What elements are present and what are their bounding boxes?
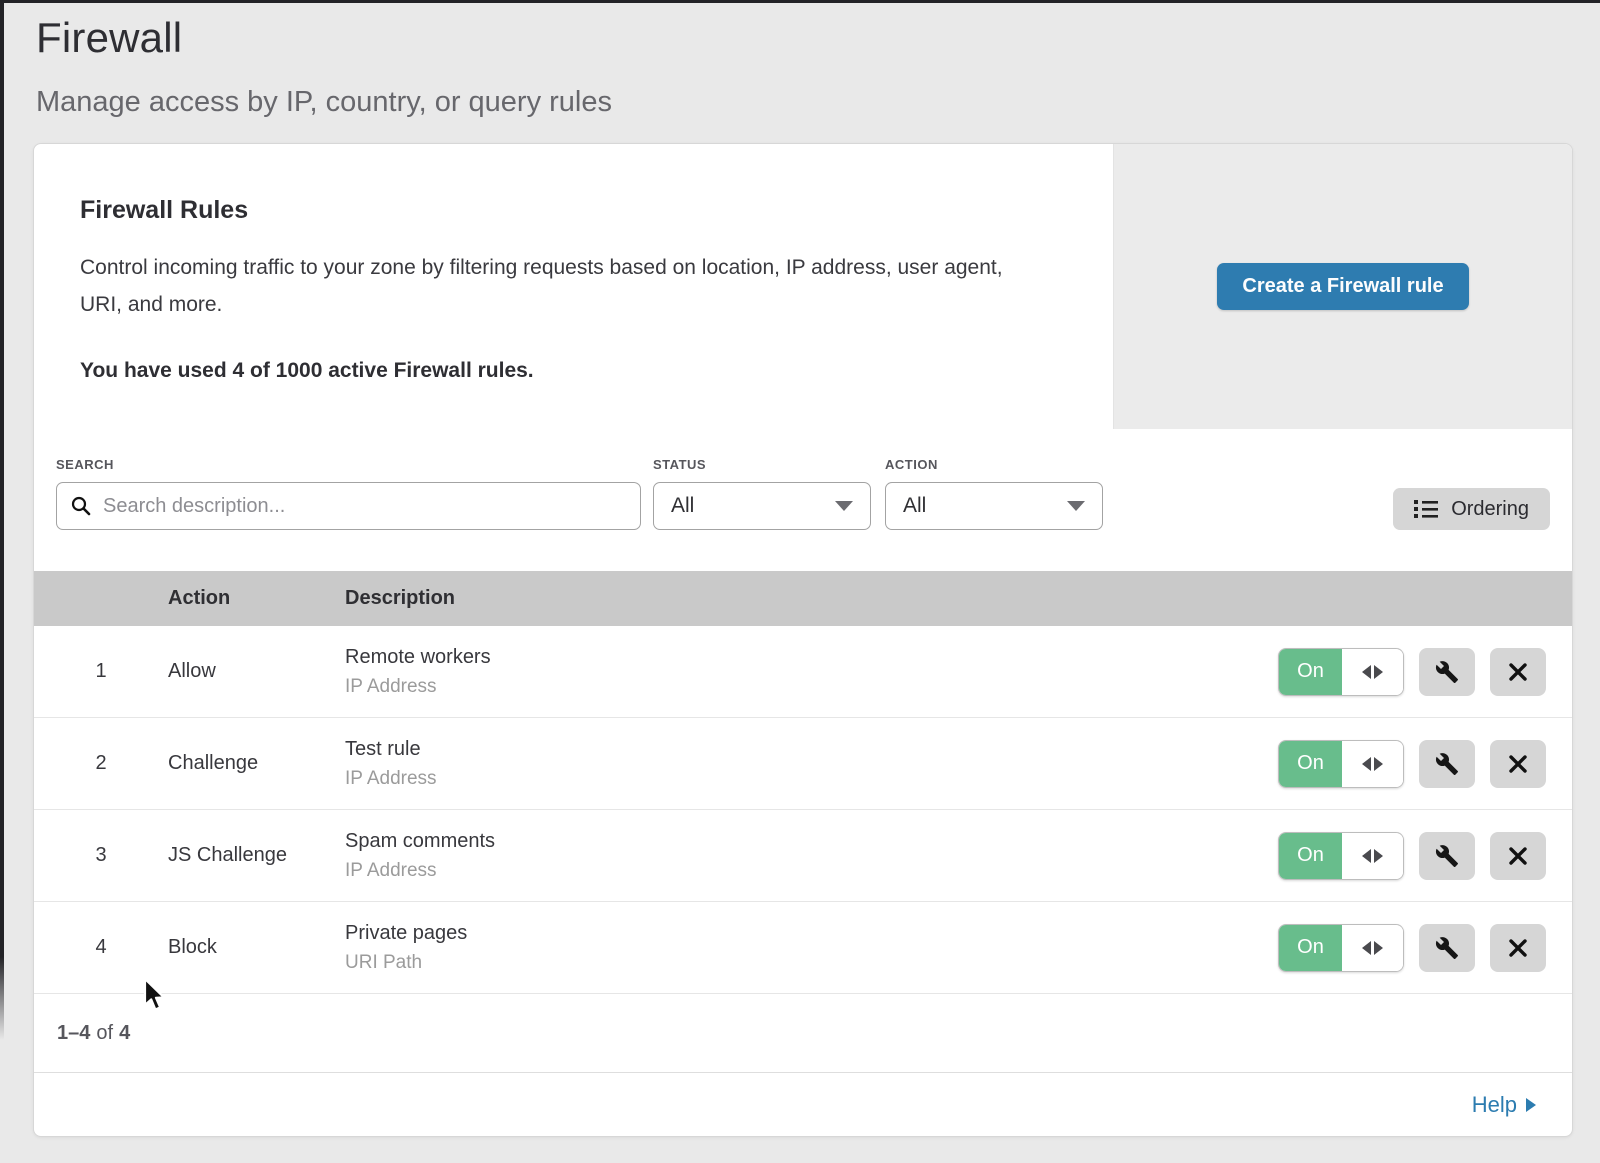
edit-rule-button[interactable] xyxy=(1419,740,1475,788)
rule-controls: On xyxy=(1212,924,1572,972)
rule-match-type: IP Address xyxy=(345,860,1212,882)
usage-summary: You have used 4 of 1000 active Firewall … xyxy=(80,359,1053,383)
card-heading: Firewall Rules xyxy=(80,196,1053,225)
rule-match-type: IP Address xyxy=(345,768,1212,790)
create-firewall-rule-button[interactable]: Create a Firewall rule xyxy=(1217,263,1468,310)
search-icon xyxy=(70,495,92,517)
x-icon xyxy=(1508,846,1528,866)
status-filter-group: STATUS All xyxy=(653,457,871,530)
table-row: 2 Challenge Test rule IP Address On xyxy=(34,718,1572,810)
create-rule-panel: Create a Firewall rule xyxy=(1113,144,1572,429)
delete-rule-button[interactable] xyxy=(1490,924,1546,972)
rule-description: Remote workers xyxy=(345,646,1212,669)
ordered-list-icon xyxy=(1414,499,1438,519)
left-right-arrows-icon xyxy=(1342,833,1403,879)
ordering-button[interactable]: Ordering xyxy=(1393,488,1550,530)
wrench-icon xyxy=(1435,660,1459,684)
rule-action: JS Challenge xyxy=(168,844,345,867)
wrench-icon xyxy=(1435,844,1459,868)
caret-down-icon xyxy=(1067,501,1085,511)
table-row: 3 JS Challenge Spam comments IP Address … xyxy=(34,810,1572,902)
rule-description: Test rule xyxy=(345,738,1212,761)
triangle-right-icon xyxy=(1526,1098,1536,1112)
overview-text-panel: Firewall Rules Control incoming traffic … xyxy=(34,144,1113,429)
rule-enabled-toggle[interactable]: On xyxy=(1278,924,1404,972)
action-filter-group: ACTION All xyxy=(885,457,1103,530)
rule-description-cell: Spam comments IP Address xyxy=(345,830,1212,882)
edit-rule-button[interactable] xyxy=(1419,648,1475,696)
pagination-of: of xyxy=(96,1022,113,1045)
rule-description: Private pages xyxy=(345,922,1212,945)
rule-action: Challenge xyxy=(168,752,345,775)
action-label: ACTION xyxy=(885,457,1103,472)
delete-rule-button[interactable] xyxy=(1490,740,1546,788)
card-description: Control incoming traffic to your zone by… xyxy=(80,249,1040,323)
status-label: STATUS xyxy=(653,457,871,472)
overview-section: Firewall Rules Control incoming traffic … xyxy=(34,144,1572,429)
window-edge-left xyxy=(0,0,4,1040)
rule-priority: 4 xyxy=(34,936,168,959)
rule-priority: 2 xyxy=(34,752,168,775)
rule-action: Block xyxy=(168,936,345,959)
left-right-arrows-icon xyxy=(1342,925,1403,971)
column-header-description: Description xyxy=(345,587,1212,610)
rule-description-cell: Private pages URI Path xyxy=(345,922,1212,974)
rule-enabled-toggle[interactable]: On xyxy=(1278,648,1404,696)
rule-priority: 1 xyxy=(34,660,168,683)
pagination-range: 1–4 xyxy=(57,1022,90,1045)
edit-rule-button[interactable] xyxy=(1419,832,1475,880)
toggle-on-label: On xyxy=(1279,649,1342,695)
rule-controls: On xyxy=(1212,740,1572,788)
wrench-icon xyxy=(1435,752,1459,776)
rule-action: Allow xyxy=(168,660,345,683)
rule-enabled-toggle[interactable]: On xyxy=(1278,832,1404,880)
rule-match-type: IP Address xyxy=(345,676,1212,698)
firewall-rules-card: Firewall Rules Control incoming traffic … xyxy=(33,143,1573,1137)
card-footer: Help xyxy=(34,1073,1572,1136)
rule-match-type: URI Path xyxy=(345,952,1212,974)
table-row: 4 Block Private pages URI Path On xyxy=(34,902,1572,994)
page-title: Firewall xyxy=(36,14,1600,62)
filter-bar: SEARCH STATUS All ACTION All xyxy=(34,429,1572,571)
rule-priority: 3 xyxy=(34,844,168,867)
caret-down-icon xyxy=(835,501,853,511)
action-select[interactable]: All xyxy=(885,482,1103,530)
x-icon xyxy=(1508,938,1528,958)
page-subtitle: Manage access by IP, country, or query r… xyxy=(36,86,1600,119)
delete-rule-button[interactable] xyxy=(1490,648,1546,696)
window-edge-top xyxy=(0,0,1600,3)
x-icon xyxy=(1508,754,1528,774)
search-input[interactable] xyxy=(101,494,627,519)
toggle-on-label: On xyxy=(1279,925,1342,971)
edit-rule-button[interactable] xyxy=(1419,924,1475,972)
table-header: Action Description xyxy=(34,571,1572,626)
action-select-value: All xyxy=(903,494,926,518)
search-label: SEARCH xyxy=(56,457,641,472)
delete-rule-button[interactable] xyxy=(1490,832,1546,880)
help-link-label: Help xyxy=(1472,1092,1517,1118)
rule-enabled-toggle[interactable]: On xyxy=(1278,740,1404,788)
wrench-icon xyxy=(1435,936,1459,960)
search-input-wrapper[interactable] xyxy=(56,482,641,530)
left-right-arrows-icon xyxy=(1342,649,1403,695)
table-row: 1 Allow Remote workers IP Address On xyxy=(34,626,1572,718)
rule-description: Spam comments xyxy=(345,830,1212,853)
x-icon xyxy=(1508,662,1528,682)
pagination: 1–4 of 4 xyxy=(34,994,1572,1073)
ordering-button-label: Ordering xyxy=(1451,498,1529,521)
search-filter-group: SEARCH xyxy=(56,457,641,530)
page-header: Firewall Manage access by IP, country, o… xyxy=(0,0,1600,119)
left-right-arrows-icon xyxy=(1342,741,1403,787)
rule-controls: On xyxy=(1212,832,1572,880)
toggle-on-label: On xyxy=(1279,833,1342,879)
rule-description-cell: Remote workers IP Address xyxy=(345,646,1212,698)
pagination-total: 4 xyxy=(119,1022,130,1045)
rule-description-cell: Test rule IP Address xyxy=(345,738,1212,790)
column-header-action: Action xyxy=(168,587,345,610)
status-select-value: All xyxy=(671,494,694,518)
status-select[interactable]: All xyxy=(653,482,871,530)
rule-controls: On xyxy=(1212,648,1572,696)
help-link[interactable]: Help xyxy=(1472,1092,1536,1118)
toggle-on-label: On xyxy=(1279,741,1342,787)
